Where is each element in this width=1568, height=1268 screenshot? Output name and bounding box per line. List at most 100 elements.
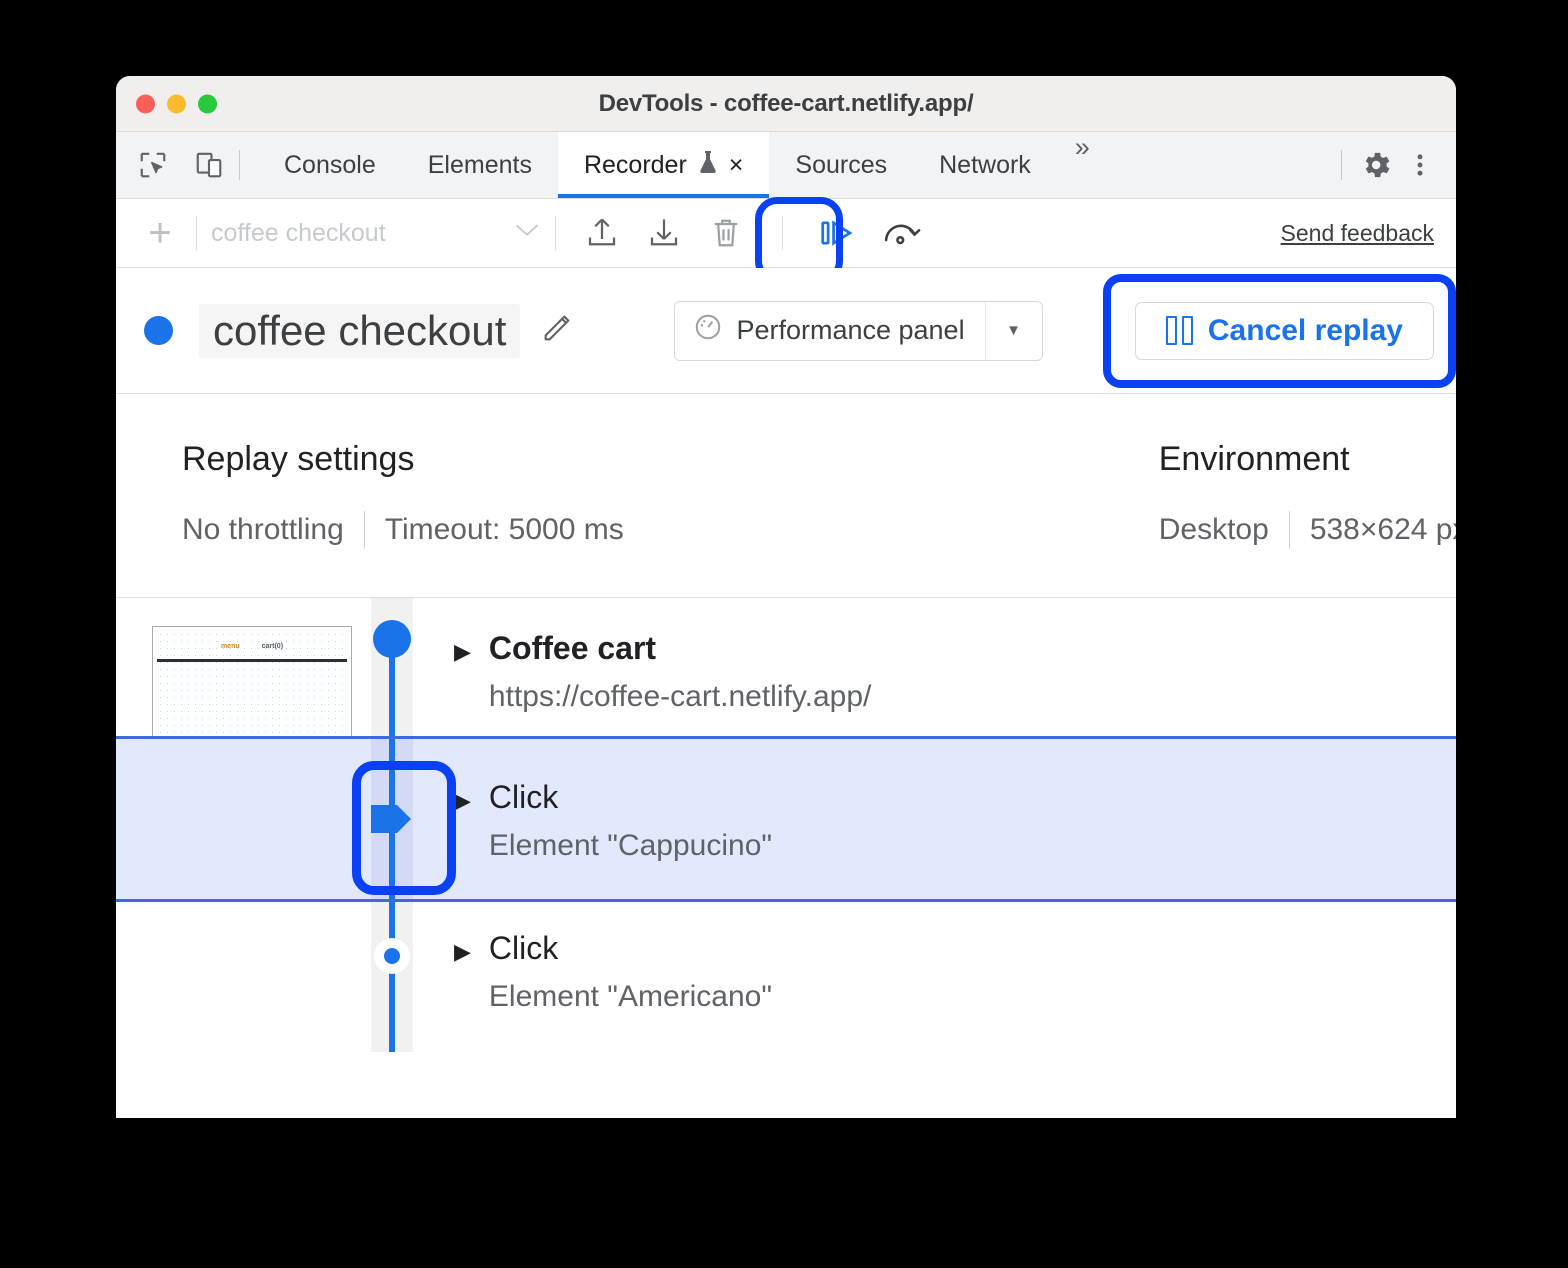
recorder-action-icons <box>582 213 921 253</box>
step-timeline-cell <box>358 902 426 1052</box>
replay-settings-group: Replay settings No throttling Timeout: 5… <box>182 440 624 549</box>
screenshot-root: DevTools - coffee-cart.netlify.app/ <box>0 0 1568 1268</box>
recording-header: coffee checkout Performance panel <box>116 268 1456 394</box>
step-title: Coffee cart <box>489 628 871 668</box>
recording-select[interactable]: coffee checkout <box>211 219 541 248</box>
step-replay-icon[interactable] <box>819 213 859 253</box>
toolbar-separator-3 <box>782 216 783 250</box>
replay-settings-panel: Replay settings No throttling Timeout: 5… <box>116 394 1456 598</box>
step-timeline-cell <box>358 739 426 899</box>
thumbnail-nav-right: cart(0) <box>262 643 283 650</box>
pencil-icon[interactable] <box>540 311 574 350</box>
maximize-window-button[interactable] <box>198 94 217 113</box>
toolbar-divider <box>239 150 240 180</box>
cancel-replay-label: Cancel replay <box>1208 314 1403 348</box>
tab-elements[interactable]: Elements <box>402 132 558 198</box>
settings-gear-icon[interactable] <box>1356 145 1396 185</box>
recorder-toolbar: + coffee checkout <box>116 199 1456 268</box>
tab-recorder[interactable]: Recorder × <box>558 132 769 198</box>
throttling-value[interactable]: No throttling <box>182 513 344 547</box>
step-thumbnail-cell <box>116 902 358 1052</box>
window-controls[interactable] <box>136 94 217 113</box>
table-row[interactable]: ▶ Click Element "Americano" <box>116 902 1456 1052</box>
cancel-replay-button[interactable]: Cancel replay <box>1135 302 1434 360</box>
tab-label: Elements <box>428 151 532 180</box>
right-icons-divider <box>1341 150 1342 180</box>
environment-device: Desktop <box>1159 513 1269 547</box>
replay-target-value: Performance panel <box>736 315 964 346</box>
more-options-kebab-icon[interactable] <box>1400 145 1440 185</box>
close-window-button[interactable] <box>136 94 155 113</box>
step-thumbnail-cell: menu cart(0) Total: $0.00 <box>116 598 358 736</box>
environment-group: Environment Desktop 538×624 px <box>1159 440 1456 549</box>
recording-select-value: coffee checkout <box>211 219 386 248</box>
current-step-marker <box>369 797 415 841</box>
table-row[interactable]: menu cart(0) Total: $0.00 <box>116 598 1456 736</box>
step-texts: Click Element "Cappucino" <box>489 777 772 865</box>
step-title: Click <box>489 928 772 968</box>
delete-recording-icon[interactable] <box>706 213 746 253</box>
chevron-down-icon <box>513 221 541 245</box>
add-recording-button[interactable]: + <box>138 213 182 253</box>
experiment-flask-icon <box>696 149 720 182</box>
timeline-line <box>389 902 395 1052</box>
tabs-bar-right-icons <box>1331 145 1456 185</box>
thumbnail-nav: menu cart(0) <box>157 643 347 650</box>
tab-label: Network <box>939 151 1031 180</box>
step-thumbnail-cell <box>116 739 358 899</box>
panel-tabs: Console Elements Recorder × Sources <box>258 132 1108 198</box>
expand-step-caret-icon[interactable]: ▶ <box>454 934 471 969</box>
devtools-window: DevTools - coffee-cart.netlify.app/ <box>116 76 1456 1118</box>
expand-step-caret-icon[interactable]: ▶ <box>454 634 471 669</box>
table-row[interactable]: ▶ Click Element "Cappucino" <box>116 736 1456 902</box>
step-content: ▶ Coffee cart https://coffee-cart.netlif… <box>426 598 1456 736</box>
inspect-element-icon[interactable] <box>133 145 173 185</box>
environment-values: Desktop 538×624 px <box>1159 511 1456 549</box>
completed-step-marker <box>373 620 411 658</box>
recording-title[interactable]: coffee checkout <box>199 304 520 358</box>
replay-settings-values: No throttling Timeout: 5000 ms <box>182 511 624 549</box>
pending-step-marker <box>374 938 410 974</box>
environment-viewport: 538×624 px <box>1310 513 1456 547</box>
close-recorder-tab-icon[interactable]: × <box>729 153 744 178</box>
value-divider <box>364 511 365 549</box>
tab-label: Recorder <box>584 151 687 180</box>
more-tabs-chevron-icon[interactable]: » <box>1057 132 1108 198</box>
step-title: Click <box>489 777 772 817</box>
devtools-tool-icons <box>116 145 229 185</box>
step-content: ▶ Click Element "Cappucino" <box>426 739 1456 899</box>
tab-label: Console <box>284 151 376 180</box>
window-title: DevTools - coffee-cart.netlify.app/ <box>116 90 1456 118</box>
step-content: ▶ Click Element "Americano" <box>426 902 1456 1052</box>
step-subtitle: https://coffee-cart.netlify.app/ <box>489 678 871 716</box>
export-recording-icon[interactable] <box>582 213 622 253</box>
current-step-arrow-icon <box>369 797 415 841</box>
recording-status-dot <box>144 316 173 345</box>
step-texts: Coffee cart https://coffee-cart.netlify.… <box>489 628 871 716</box>
step-texts: Click Element "Americano" <box>489 928 772 1016</box>
devtools-tabs-bar: Console Elements Recorder × Sources <box>116 132 1456 199</box>
toolbar-separator <box>196 216 197 250</box>
replay-target-dropdown-arrow-icon[interactable]: ▼ <box>985 302 1042 360</box>
measure-performance-replay-icon[interactable] <box>881 213 921 253</box>
performance-speedometer-icon <box>693 312 723 349</box>
send-feedback-link[interactable]: Send feedback <box>1281 220 1434 247</box>
replay-settings-heading: Replay settings <box>182 440 624 479</box>
environment-heading: Environment <box>1159 440 1456 479</box>
thumbnail-nav-left: menu <box>221 643 240 650</box>
steps-list: menu cart(0) Total: $0.00 <box>116 598 1456 1052</box>
timeout-value[interactable]: Timeout: 5000 ms <box>385 513 624 547</box>
value-divider <box>1289 511 1290 549</box>
device-toolbar-icon[interactable] <box>189 145 229 185</box>
minimize-window-button[interactable] <box>167 94 186 113</box>
import-recording-icon[interactable] <box>644 213 684 253</box>
expand-step-caret-icon[interactable]: ▶ <box>454 783 471 818</box>
replay-target-value-wrap: Performance panel <box>675 302 984 360</box>
window-titlebar: DevTools - coffee-cart.netlify.app/ <box>116 76 1456 132</box>
step-subtitle: Element "Americano" <box>489 978 772 1016</box>
tab-console[interactable]: Console <box>258 132 402 198</box>
tab-sources[interactable]: Sources <box>769 132 913 198</box>
toolbar-separator-2 <box>555 216 556 250</box>
replay-target-select[interactable]: Performance panel ▼ <box>674 301 1042 361</box>
tab-network[interactable]: Network <box>913 132 1057 198</box>
